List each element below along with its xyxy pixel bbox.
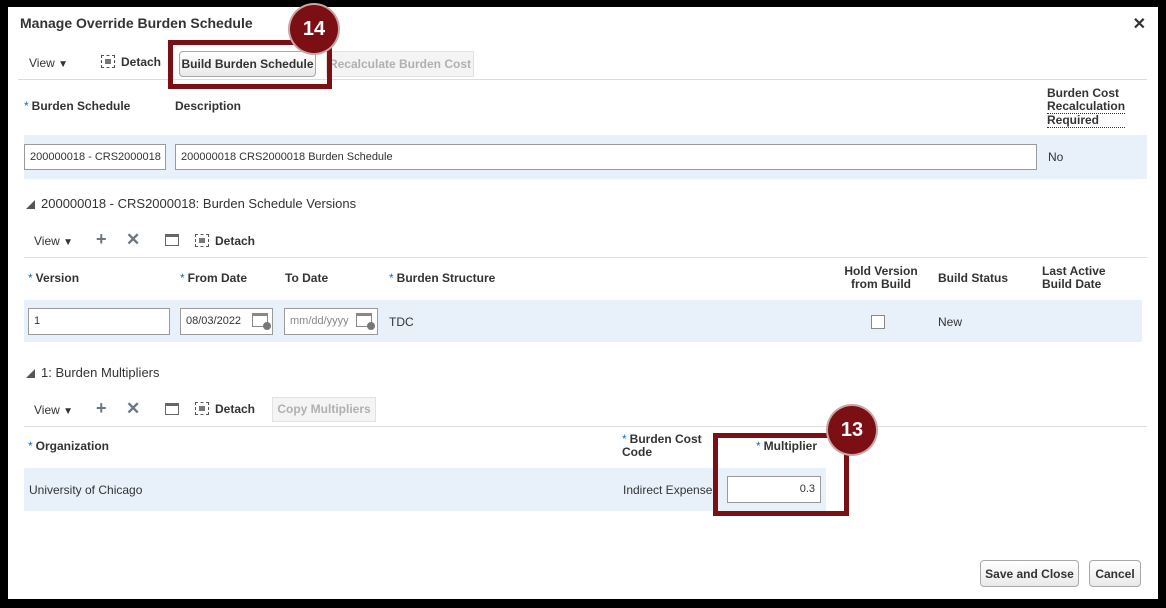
step-badge-13: 13: [828, 406, 876, 454]
freeze-icon[interactable]: [165, 234, 179, 246]
required-asterisk: *: [622, 432, 627, 446]
hold-header-line2: from Build: [851, 277, 911, 291]
col-header-burden-schedule: * Burden Schedule: [24, 100, 130, 113]
collapse-triangle-icon[interactable]: [26, 200, 35, 209]
detach-label[interactable]: Detach: [215, 234, 255, 248]
detach-icon[interactable]: [101, 55, 115, 68]
copy-multipliers-button[interactable]: Copy Multipliers: [272, 397, 376, 422]
organization-value: University of Chicago: [29, 483, 143, 497]
col-header-burden-cost-code: * Burden Cost Code: [622, 433, 702, 459]
cost-code-header-line2: Code: [622, 445, 652, 459]
col-header-label: From Date: [187, 271, 248, 285]
description-input[interactable]: 200000018 CRS2000018 Burden Schedule: [175, 144, 1037, 170]
cancel-button[interactable]: Cancel: [1089, 560, 1141, 587]
burden-cost-code-value: Indirect Expense: [623, 483, 713, 497]
col-header-burden-structure: * Burden Structure: [389, 272, 495, 285]
detach-icon[interactable]: [195, 234, 209, 247]
col-header-build-status: Build Status: [938, 271, 1009, 285]
col-header-label: Organization: [35, 439, 110, 453]
view-menu[interactable]: View ▼: [29, 56, 68, 70]
col-header-description: Description: [175, 99, 242, 113]
versions-section-title[interactable]: 200000018 - CRS2000018: Burden Schedule …: [26, 196, 356, 211]
col-header-from-date: * From Date: [180, 272, 247, 285]
col-header-hold-version: Hold Version from Build: [841, 265, 921, 291]
add-icon[interactable]: +: [96, 398, 107, 419]
view-menu-label: View: [34, 403, 60, 417]
view-menu-label: View: [34, 234, 60, 248]
recalc-header-line3: Required: [1047, 114, 1126, 128]
cost-code-header-line1: Burden Cost: [629, 432, 702, 446]
col-header-recalc-required: Burden Cost Recalculation Required: [1047, 87, 1126, 128]
calendar-icon[interactable]: [252, 313, 271, 330]
multipliers-section-title[interactable]: 1: Burden Multipliers: [26, 365, 160, 380]
divider: [24, 426, 1147, 427]
divider: [24, 257, 1147, 258]
caret-down-icon: ▼: [63, 237, 74, 248]
save-and-close-button[interactable]: Save and Close: [980, 560, 1079, 587]
collapse-triangle-icon[interactable]: [26, 369, 35, 378]
build-status-value: New: [938, 315, 963, 329]
required-asterisk: *: [389, 271, 394, 285]
burden-structure-value: TDC: [389, 315, 414, 329]
col-header-to-date: To Date: [285, 271, 329, 285]
versions-section-title-label: 200000018 - CRS2000018: Burden Schedule …: [41, 196, 357, 211]
recalculate-burden-cost-button[interactable]: Recalculate Burden Cost: [326, 51, 474, 77]
multipliers-view-menu[interactable]: View ▼: [34, 403, 73, 417]
required-asterisk: *: [24, 99, 29, 113]
delete-icon[interactable]: ✕: [126, 399, 140, 419]
recalc-header-line2: Recalculation: [1047, 99, 1126, 114]
caret-down-icon: ▼: [63, 406, 74, 417]
col-header-organization: * Organization: [28, 440, 109, 453]
required-asterisk: *: [28, 271, 33, 285]
view-menu-label: View: [29, 56, 55, 70]
callout-box-multiplier-step: [713, 433, 849, 516]
dialog-title: Manage Override Burden Schedule: [20, 15, 253, 31]
col-header-label: Burden Structure: [396, 271, 496, 285]
caret-down-icon: ▼: [58, 59, 69, 70]
burden-schedule-input[interactable]: 200000018 - CRS2000018: [24, 144, 166, 170]
version-input[interactable]: 1: [28, 308, 170, 335]
required-asterisk: *: [180, 271, 185, 285]
delete-icon[interactable]: ✕: [126, 230, 140, 250]
calendar-icon[interactable]: [356, 313, 375, 330]
versions-view-menu[interactable]: View ▼: [34, 234, 73, 248]
add-icon[interactable]: +: [96, 229, 107, 250]
multipliers-section-title-label: 1: Burden Multipliers: [41, 365, 160, 380]
detach-label[interactable]: Detach: [121, 55, 161, 69]
col-header-label: Version: [35, 271, 80, 285]
col-header-label: Burden Schedule: [31, 99, 131, 113]
detach-label[interactable]: Detach: [215, 402, 255, 416]
detach-icon[interactable]: [195, 402, 209, 415]
recalc-required-value: No: [1048, 150, 1064, 164]
hold-version-checkbox[interactable]: [871, 315, 885, 329]
required-asterisk: *: [28, 439, 33, 453]
last-active-header-line2: Build Date: [1042, 277, 1102, 291]
manage-override-dialog: Manage Override Burden Schedule ✕ View ▼…: [8, 5, 1158, 599]
step-badge-14: 14: [290, 5, 338, 53]
freeze-icon[interactable]: [165, 403, 179, 415]
col-header-last-active-build-date: Last Active Build Date: [1042, 265, 1106, 291]
col-header-version: * Version: [28, 272, 79, 285]
close-icon[interactable]: ✕: [1133, 14, 1146, 34]
